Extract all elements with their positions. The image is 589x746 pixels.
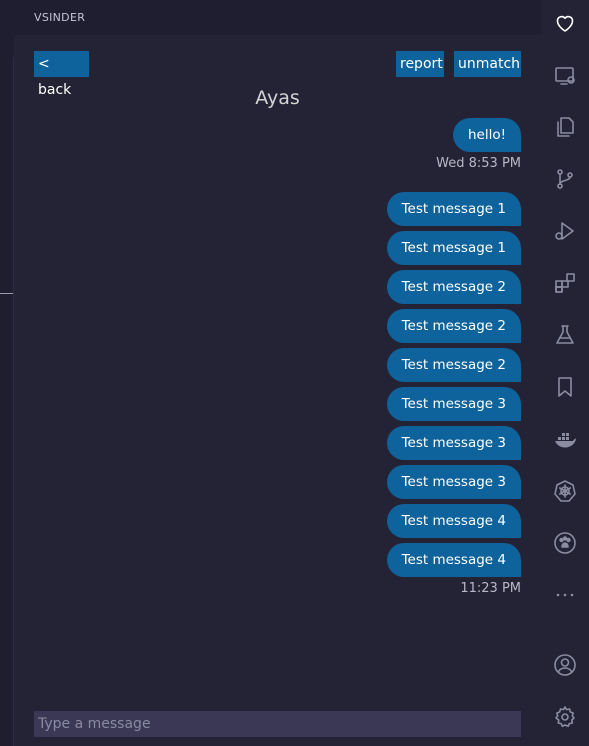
match-name: Ayas (255, 87, 300, 109)
message-bubble: Test message 4 (386, 543, 521, 577)
view-header: VSINDER (14, 0, 541, 35)
source-control-icon[interactable] (541, 157, 589, 201)
message-bubble: Test message 3 (386, 387, 521, 421)
kubernetes-icon[interactable] (541, 469, 589, 513)
view-title: VSINDER (34, 11, 86, 24)
report-button[interactable]: report (396, 51, 444, 77)
message-bubble: Test message 1 (386, 192, 521, 226)
message-bubble: Test message 3 (386, 465, 521, 499)
sash-handle[interactable] (0, 293, 13, 294)
extensions-icon[interactable] (541, 261, 589, 305)
message-bubble: Test message 2 (386, 309, 521, 343)
message-bubble: Test message 3 (386, 426, 521, 460)
editor-edge (0, 0, 14, 746)
paw-icon[interactable] (541, 521, 589, 565)
message-bubble: Test message 2 (386, 270, 521, 304)
message-bubble: Test message 4 (386, 504, 521, 538)
explorer-icon[interactable] (541, 105, 589, 149)
message-timestamp: Wed 8:53 PM (436, 156, 521, 171)
account-icon[interactable] (541, 643, 589, 687)
more-icon[interactable] (541, 573, 589, 617)
run-debug-icon[interactable] (541, 209, 589, 253)
testing-icon[interactable] (541, 313, 589, 357)
message-bubble: Test message 1 (386, 231, 521, 265)
heart-icon[interactable] (541, 1, 589, 45)
docker-icon[interactable] (541, 417, 589, 461)
back-button[interactable]: < back (34, 51, 89, 98)
unmatch-button[interactable]: unmatch (454, 51, 521, 77)
settings-gear-icon[interactable] (541, 695, 589, 739)
message-input[interactable] (34, 711, 521, 737)
message-bubble: hello! (452, 118, 521, 152)
remote-explorer-icon[interactable] (541, 54, 589, 98)
bookmarks-icon[interactable] (541, 365, 589, 409)
message-bubble: Test message 2 (386, 348, 521, 382)
activity-bar (541, 0, 589, 746)
message-timestamp: 11:23 PM (460, 581, 521, 596)
